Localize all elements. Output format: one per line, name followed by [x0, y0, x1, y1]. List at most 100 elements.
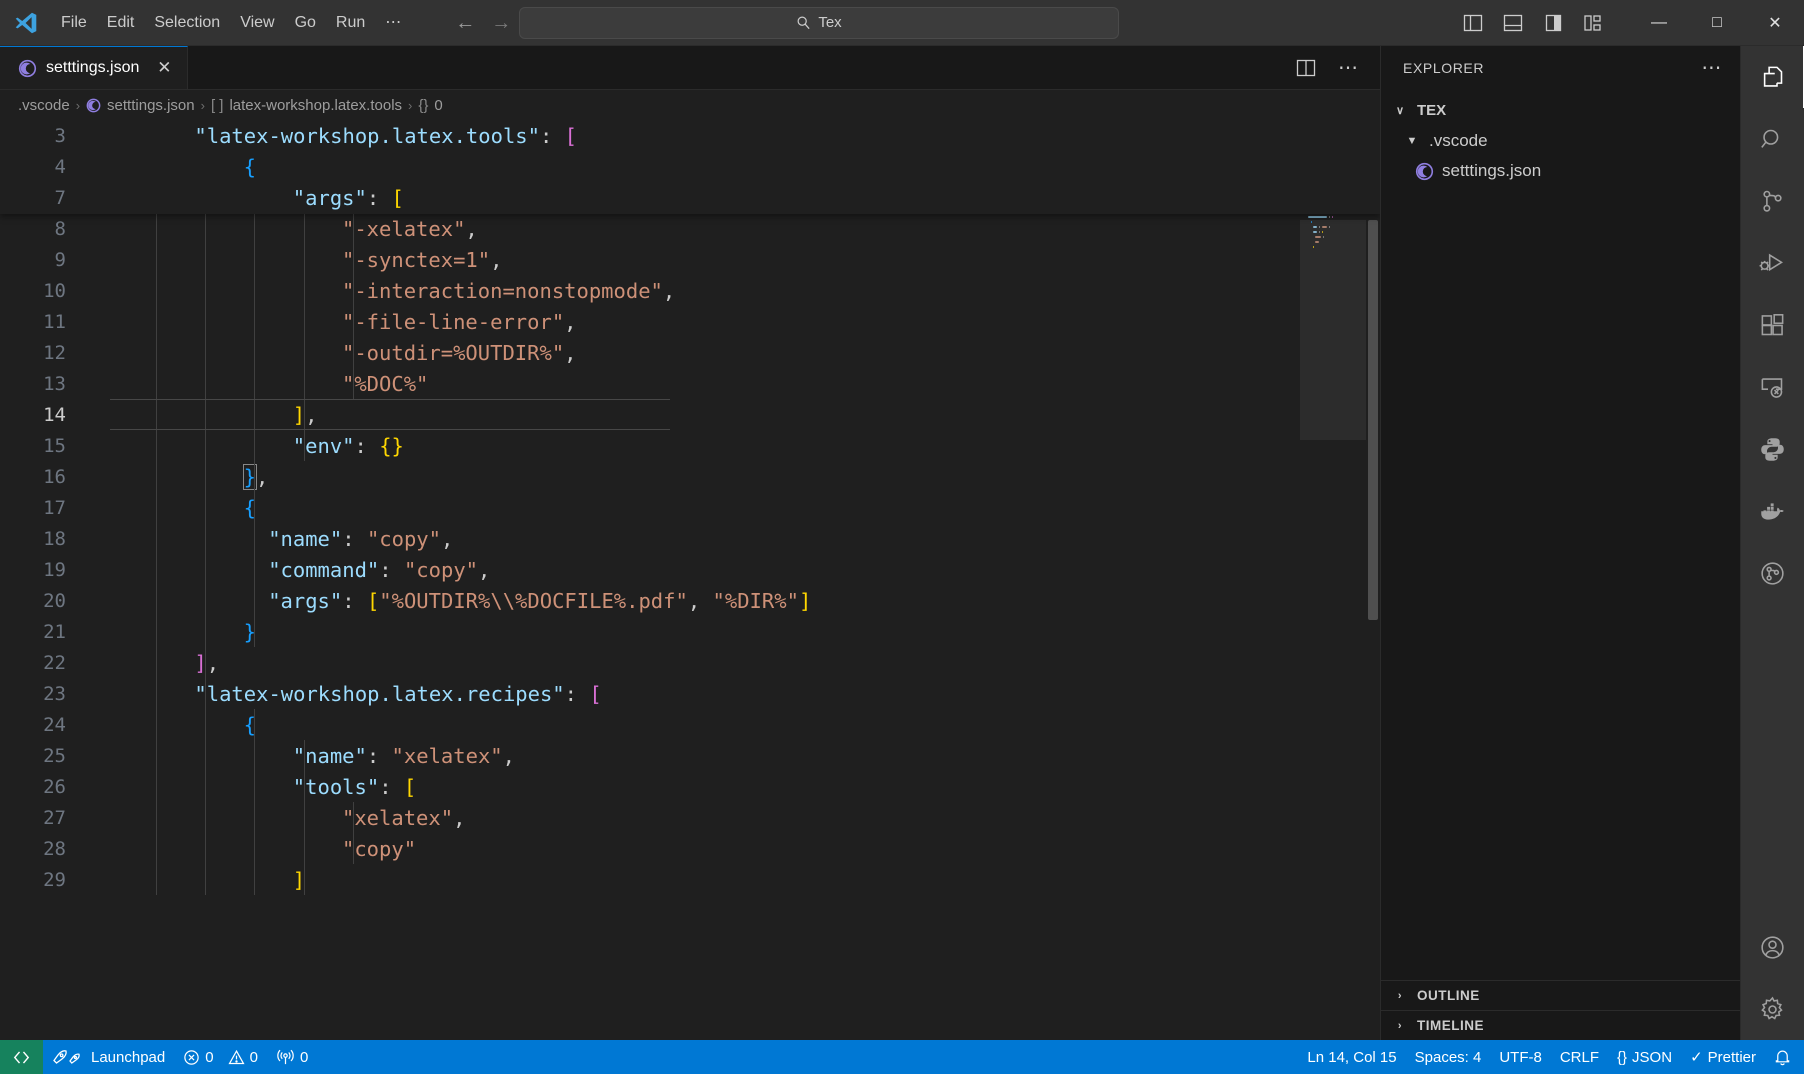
activity-extensions-icon[interactable]: [1741, 294, 1804, 356]
activity-manage-settings-gear-icon[interactable]: [1741, 978, 1804, 1040]
editor-vertical-scrollbar[interactable]: [1366, 120, 1380, 1040]
breadcrumb-item-vscode[interactable]: .vscode: [18, 97, 70, 114]
workspace-root-tex[interactable]: ∨ TEX: [1381, 94, 1740, 126]
code-line[interactable]: 19 "command": "copy",: [0, 554, 1380, 585]
indent-guide: [156, 492, 157, 523]
activity-python-icon[interactable]: [1741, 418, 1804, 480]
menu-file[interactable]: File: [52, 9, 96, 37]
status-problems-button[interactable]: 0 0: [174, 1040, 267, 1074]
code-line[interactable]: 25 "name": "xelatex",: [0, 740, 1380, 771]
code-token: ,: [305, 402, 318, 427]
tab-close-icon[interactable]: ✕: [154, 58, 174, 78]
sidebar-section-timeline[interactable]: › TIMELINE: [1381, 1010, 1740, 1040]
code-line[interactable]: 18 "name": "copy",: [0, 523, 1380, 554]
code-line[interactable]: 4{: [0, 151, 1380, 182]
arrow-left-icon[interactable]: ←: [452, 13, 478, 33]
code-line[interactable]: 3 "latex-workshop.latex.tools": [: [0, 120, 1380, 151]
activity-remote-explorer-icon[interactable]: [1741, 356, 1804, 418]
triangle-down-icon[interactable]: ▼: [1403, 135, 1421, 147]
editor-minimap[interactable]: [1300, 120, 1366, 1040]
code-line[interactable]: 13 "%DOC%": [0, 368, 1380, 399]
breadcrumb-item-array[interactable]: [ ] latex-workshop.latex.tools: [211, 97, 402, 114]
menu-go[interactable]: Go: [286, 9, 325, 37]
status-launchpad-button[interactable]: Launchpad: [43, 1040, 174, 1074]
code-line[interactable]: 24 {: [0, 709, 1380, 740]
menu-run[interactable]: Run: [327, 9, 374, 37]
activity-search-icon[interactable]: [1741, 108, 1804, 170]
sidebar-section-outline[interactable]: › OUTLINE: [1381, 980, 1740, 1010]
activity-run-and-debug-icon[interactable]: [1741, 232, 1804, 294]
code-line[interactable]: 22],: [0, 647, 1380, 678]
tree-item-setttings-json[interactable]: setttings.json: [1381, 156, 1740, 186]
status-remote-window-icon[interactable]: [0, 1040, 43, 1074]
customize-layout-icon[interactable]: [1582, 12, 1604, 34]
split-editor-icon[interactable]: [1296, 59, 1316, 77]
window-maximize-button[interactable]: □: [1688, 0, 1746, 45]
code-line[interactable]: 11 "-file-line-error",: [0, 306, 1380, 337]
code-line[interactable]: 29]: [0, 864, 1380, 895]
code-editor[interactable]: 8 "-xelatex", 9 "-synctex=1", 10 "-interactio…: [0, 120, 1380, 1040]
tab-setttings-json[interactable]: setttings.json ✕: [0, 46, 189, 89]
code-line[interactable]: 23 "latex-workshop.latex.recipes": [: [0, 678, 1380, 709]
window-close-button[interactable]: ✕: [1746, 0, 1804, 45]
code-line[interactable]: 7 "args": [: [0, 182, 1380, 213]
status-notifications-bell-icon[interactable]: [1765, 1040, 1800, 1074]
activity-source-control-icon[interactable]: [1741, 170, 1804, 232]
code-line[interactable]: 15 "env": {}: [0, 430, 1380, 461]
code-line[interactable]: 10 "-interaction=nonstopmode",: [0, 275, 1380, 306]
menu-selection[interactable]: Selection: [145, 9, 229, 37]
breadcrumb-item-object[interactable]: {} 0: [418, 97, 442, 114]
toggle-secondary-sidebar-icon[interactable]: [1542, 12, 1564, 34]
sticky-scroll-widget[interactable]: 3 "latex-workshop.latex.tools": [4{7 "args…: [0, 120, 1380, 214]
toggle-panel-icon[interactable]: [1502, 12, 1524, 34]
code-line[interactable]: 8 "-xelatex",: [0, 213, 1380, 244]
code-line[interactable]: 27 "xelatex",: [0, 802, 1380, 833]
tree-item-vscode-folder[interactable]: ▼ .vscode: [1381, 126, 1740, 156]
editor-more-actions-icon[interactable]: ⋯: [1338, 58, 1358, 78]
status-ports-button[interactable]: 0: [267, 1040, 317, 1074]
code-line[interactable]: 9 "-synctex=1",: [0, 244, 1380, 275]
arrow-right-icon[interactable]: →: [488, 13, 514, 33]
activity-account-icon[interactable]: [1741, 916, 1804, 978]
activity-explorer-icon[interactable]: [1741, 46, 1804, 108]
code-line[interactable]: 12 "-outdir=%OUTDIR%",: [0, 337, 1380, 368]
indent-guide: [156, 399, 157, 430]
command-center-search-input[interactable]: Tex: [519, 6, 1119, 39]
navigation-arrows: ← →: [452, 13, 514, 33]
code-line[interactable]: 21}: [0, 616, 1380, 647]
code-token: ]: [798, 588, 812, 613]
status-indentation[interactable]: Spaces: 4: [1406, 1040, 1491, 1074]
status-language-mode[interactable]: {} JSON: [1608, 1040, 1681, 1074]
status-cursor-position[interactable]: Ln 14, Col 15: [1298, 1040, 1405, 1074]
minimap-token: [1332, 216, 1334, 218]
code-line[interactable]: 17 {: [0, 492, 1380, 523]
code-line[interactable]: 14],: [0, 399, 1380, 430]
explorer-tree[interactable]: ∨ TEX ▼ .vscode setttings.json: [1381, 90, 1740, 980]
code-token: :: [379, 774, 404, 799]
status-eol[interactable]: CRLF: [1551, 1040, 1608, 1074]
editor-lines[interactable]: 8 "-xelatex", 9 "-synctex=1", 10 "-interactio…: [0, 120, 1380, 1040]
menu-view[interactable]: View: [231, 9, 283, 37]
sidebar-more-actions-icon[interactable]: ⋯: [1701, 58, 1722, 78]
breadcrumb-separator-icon: ›: [200, 97, 205, 113]
window-minimize-button[interactable]: —: [1630, 0, 1688, 45]
chevron-down-icon[interactable]: ∨: [1391, 104, 1409, 117]
indent-guide: [156, 647, 157, 678]
indent-guide: [254, 430, 256, 461]
activity-testing-icon[interactable]: [1741, 542, 1804, 604]
indent-guide: [352, 833, 354, 864]
activity-docker-icon[interactable]: [1741, 480, 1804, 542]
code-line[interactable]: 26 "tools": [: [0, 771, 1380, 802]
array-symbol-icon: [ ]: [210, 96, 224, 114]
code-line[interactable]: 16},: [0, 461, 1380, 492]
editor-scrollbar-thumb[interactable]: [1368, 220, 1378, 620]
code-line[interactable]: 20 "args": ["%OUTDIR%\\%DOCFILE%.pdf", "%…: [0, 585, 1380, 616]
status-formatter[interactable]: ✓ Prettier: [1681, 1040, 1765, 1074]
status-encoding[interactable]: UTF-8: [1490, 1040, 1551, 1074]
menu-more-icon[interactable]: ⋯: [376, 9, 410, 37]
menu-edit[interactable]: Edit: [98, 9, 144, 37]
breadcrumb-item-file[interactable]: setttings.json: [86, 97, 195, 114]
minimap-slider[interactable]: [1300, 220, 1366, 440]
code-line[interactable]: 28 "copy": [0, 833, 1380, 864]
toggle-primary-sidebar-icon[interactable]: [1462, 12, 1484, 34]
